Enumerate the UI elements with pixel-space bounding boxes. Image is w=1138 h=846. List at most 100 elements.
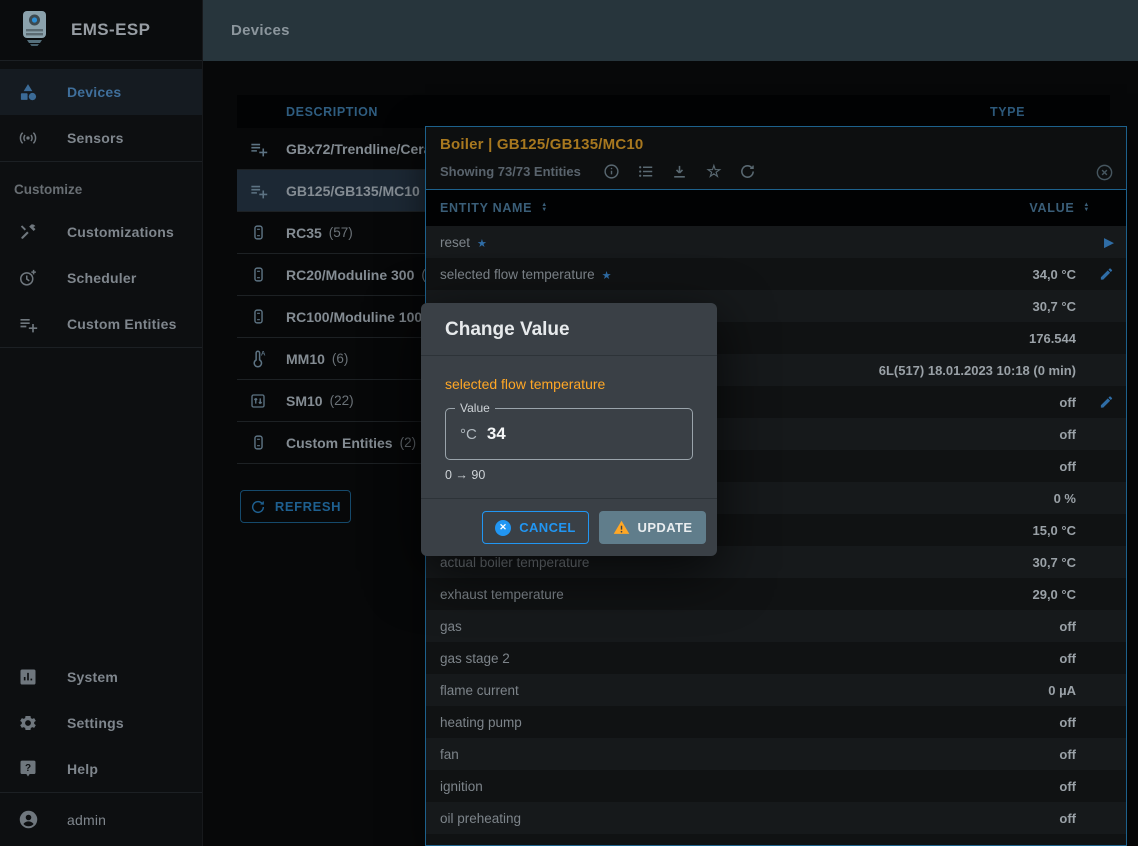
sidebar-nav: Devices Sensors Customize Customizations… [0, 61, 202, 348]
sidebar-item-label: Help [67, 761, 98, 777]
device-name: GB125/GB135/MC10 [286, 183, 420, 199]
info-icon[interactable] [603, 162, 621, 180]
device-name: RC35 [286, 225, 322, 241]
svg-text:A: A [260, 351, 265, 358]
construction-icon [17, 222, 39, 242]
sensors-icon [17, 128, 39, 148]
sidebar-item-customizations[interactable]: Customizations [0, 209, 202, 255]
unit-label: °C [460, 426, 477, 443]
refresh-icon[interactable] [739, 162, 757, 180]
sidebar-item-label: Customizations [67, 224, 174, 240]
list-icon[interactable] [637, 162, 655, 180]
entity-value: 34,0 °C [1032, 267, 1076, 282]
sidebar-item-custom-entities[interactable]: Custom Entities [0, 301, 202, 347]
value-input[interactable]: Value °C 34 [445, 408, 693, 460]
entity-row[interactable]: selected flow temperature★34,0 °C [426, 258, 1126, 290]
thermostat-icon [247, 434, 269, 451]
entity-name: gas stage 2 [440, 651, 1059, 666]
gear-icon [17, 713, 39, 733]
entity-name: gas [440, 619, 1059, 634]
cancel-button[interactable]: ✕ CANCEL [482, 511, 589, 544]
column-header-value: VALUE [1029, 201, 1074, 215]
boiler-logo-icon [21, 10, 48, 51]
sort-icon[interactable]: ▲▼ [541, 203, 548, 213]
entity-panel-header: Boiler | GB125/GB135/MC10 Showing 73/73 … [426, 127, 1126, 190]
value-input-label: Value [455, 401, 495, 415]
account-circle-icon [17, 809, 39, 830]
entity-value: off [1059, 619, 1076, 634]
sidebar-item-label: Scheduler [67, 270, 137, 286]
device-name: RC100/Moduline 100 [286, 309, 422, 325]
device-name: MM10 [286, 351, 325, 367]
sidebar-item-system[interactable]: System [0, 654, 202, 700]
sidebar-item-user[interactable]: admin [0, 793, 202, 846]
entity-row: heating pumpoff [426, 706, 1126, 738]
device-name: RC20/Moduline 300 [286, 267, 414, 283]
entity-value: off [1059, 427, 1076, 442]
entity-value: off [1059, 395, 1076, 410]
favorite-star-icon: ★ [477, 238, 487, 250]
edit-pencil-icon[interactable] [1099, 267, 1114, 282]
device-count: (57) [329, 225, 353, 240]
device-count: (2) [400, 435, 417, 450]
device-name: GBx72/Trendline/Cera [286, 141, 432, 157]
favorite-star-icon: ★ [602, 270, 612, 282]
cancel-label: CANCEL [519, 520, 576, 535]
entity-value: off [1059, 715, 1076, 730]
device-count: (6) [332, 351, 349, 366]
sidebar-item-devices[interactable]: Devices [0, 69, 202, 115]
sidebar-item-label: Settings [67, 715, 124, 731]
entity-row[interactable]: reset★ ▶ [426, 226, 1126, 258]
entity-value: off [1059, 811, 1076, 826]
cancel-circle-icon: ✕ [495, 520, 511, 536]
customize-section-label: Customize [0, 162, 202, 209]
entity-value: 29,0 °C [1032, 587, 1076, 602]
entity-value: off [1059, 779, 1076, 794]
entity-row: gasoff [426, 610, 1126, 642]
entity-value: off [1059, 459, 1076, 474]
entity-value: 176.544 [1029, 331, 1076, 346]
value-input-text: 34 [487, 424, 506, 444]
playlist-add-icon [247, 139, 269, 158]
analytics-icon [17, 667, 39, 687]
update-button[interactable]: UPDATE [599, 511, 706, 544]
sidebar-item-scheduler[interactable]: Scheduler [0, 255, 202, 301]
entity-columns-header: ENTITY NAME ▲▼ VALUE ▲▼ [426, 190, 1126, 226]
dialog-title: Change Value [421, 303, 717, 356]
close-icon[interactable] [1095, 163, 1114, 187]
entity-value: 30,7 °C [1032, 299, 1076, 314]
column-header-type: TYPE [990, 105, 1025, 119]
entity-panel-toolbar: Showing 73/73 Entities ☆ [440, 162, 1112, 180]
entity-value: 0 µA [1048, 683, 1076, 698]
refresh-button[interactable]: REFRESH [240, 490, 351, 523]
entity-label: selected flow temperature [445, 376, 693, 392]
sidebar-item-label: Custom Entities [67, 316, 177, 332]
entity-name: oil preheating [440, 811, 1059, 826]
showing-count: Showing 73/73 Entities [440, 164, 581, 179]
entity-value: off [1059, 747, 1076, 762]
entity-row: gas stage 2off [426, 642, 1126, 674]
edit-pencil-icon[interactable] [1099, 395, 1114, 410]
entity-value: 6L(517) 18.01.2023 10:18 (0 min) [879, 363, 1076, 378]
entity-name: heating pump [440, 715, 1059, 730]
star-icon[interactable]: ☆ [705, 162, 723, 180]
entity-row [426, 834, 1126, 846]
sidebar-item-settings[interactable]: Settings [0, 700, 202, 746]
category-icon [17, 82, 39, 102]
entity-name: reset★ [440, 235, 1076, 250]
sidebar: EMS-ESP Devices Sensors Customize Custom… [0, 0, 203, 846]
sidebar-item-sensors[interactable]: Sensors [0, 115, 202, 161]
run-command-icon[interactable]: ▶ [1104, 236, 1114, 249]
dialog-body: selected flow temperature Value °C 34 0 … [421, 356, 717, 482]
value-range-hint: 0 → 90 [445, 468, 693, 482]
entity-name: flame current [440, 683, 1048, 698]
dialog-actions: ✕ CANCEL UPDATE [421, 498, 717, 556]
sidebar-item-help[interactable]: ? Help [0, 746, 202, 792]
sort-icon[interactable]: ▲▼ [1083, 203, 1090, 213]
entity-row: fanoff [426, 738, 1126, 770]
entity-name: actual boiler temperature [440, 555, 1032, 570]
download-icon[interactable] [671, 162, 689, 180]
thermostat-icon [247, 266, 269, 283]
device-name: SM10 [286, 393, 323, 409]
entity-value: 15,0 °C [1032, 523, 1076, 538]
